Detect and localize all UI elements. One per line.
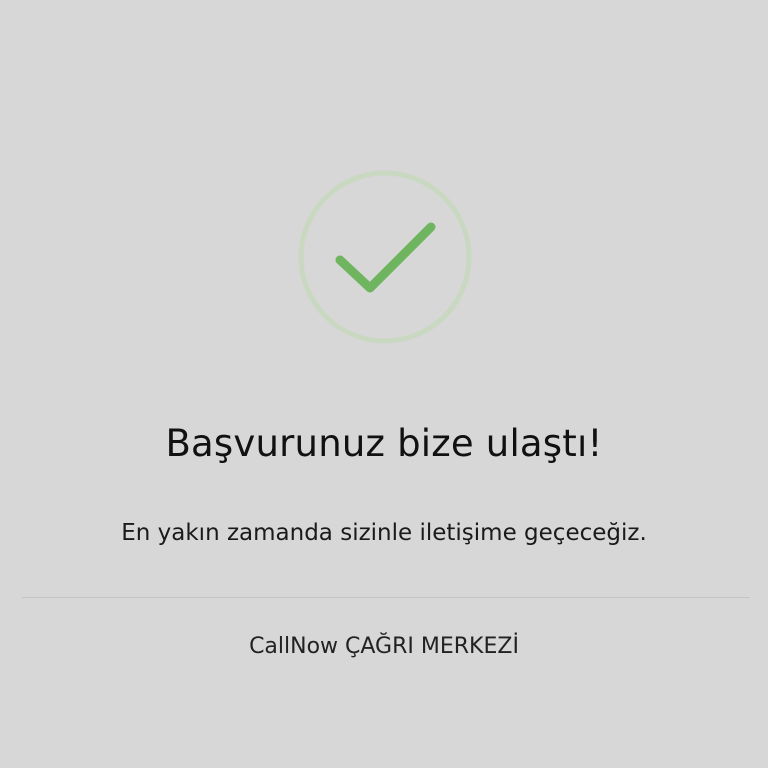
check-ring [298, 170, 472, 344]
check-mark [335, 222, 436, 293]
footer-brand: CallNow ÇAĞRI MERKEZİ [249, 634, 519, 659]
divider [22, 597, 750, 598]
confirmation-message: En yakın zamanda sizinle iletişime geçec… [121, 520, 647, 546]
confirmation-title: Başvurunuz bize ulaştı! [165, 422, 603, 465]
check-circle-icon [298, 170, 472, 344]
check-circle-graphic [298, 170, 472, 344]
